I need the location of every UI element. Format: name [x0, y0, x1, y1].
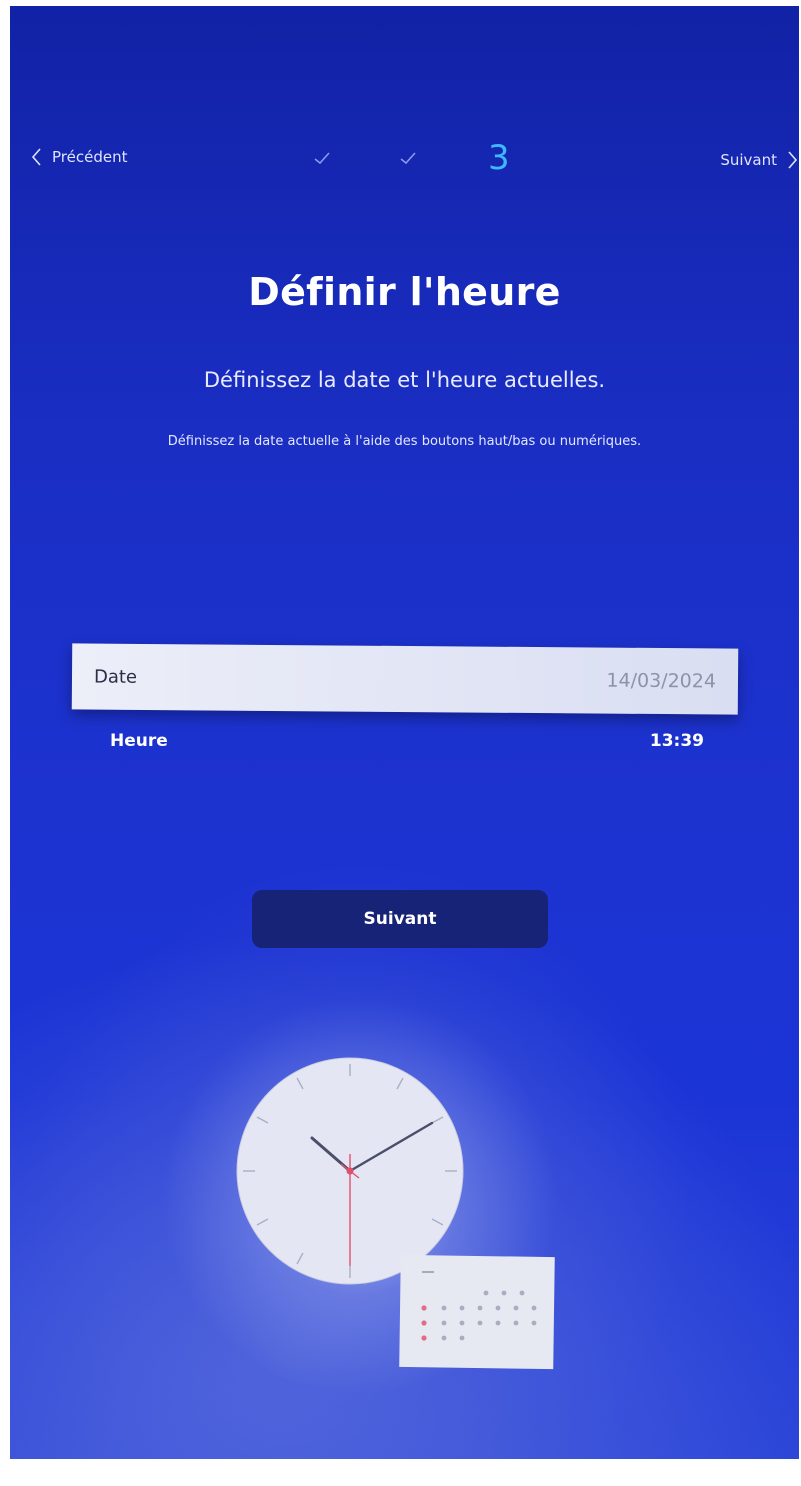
page-title: Définir l'heure	[248, 270, 561, 314]
next-button[interactable]: Suivant	[252, 890, 548, 948]
next-nav-button[interactable]: Suivant	[720, 149, 799, 171]
page-subtitle: Définissez la date et l'heure actuelles.	[203, 368, 606, 392]
next-nav-label: Suivant	[720, 151, 777, 169]
chevron-right-icon	[788, 151, 798, 169]
previous-label: Précédent	[52, 148, 128, 166]
clock-icon	[236, 1057, 464, 1285]
time-value: 13:39	[649, 731, 704, 751]
clock-calendar-illustration	[236, 1057, 555, 1370]
time-label: Heure	[110, 731, 168, 751]
time-setting-row[interactable]: Heure 13:39	[110, 724, 704, 758]
checkmark-icon	[314, 152, 330, 165]
next-button-label: Suivant	[363, 909, 437, 929]
date-label: Date	[93, 666, 138, 688]
step-indicator: 3	[310, 138, 530, 180]
date-setting-row[interactable]: Date 14/03/2024	[71, 643, 739, 715]
calendar-icon	[399, 1254, 555, 1370]
previous-button[interactable]: Précédent	[28, 146, 127, 168]
date-value: 14/03/2024	[606, 669, 717, 693]
instruction-text: Définissez la date actuelle à l'aide des…	[167, 434, 642, 449]
current-step-number: 3	[488, 138, 510, 178]
tv-setup-screen: Précédent 3 Suivant Définir l'heure Défi…	[10, 6, 799, 1459]
checkmark-icon	[400, 152, 416, 165]
chevron-left-icon	[31, 148, 41, 166]
